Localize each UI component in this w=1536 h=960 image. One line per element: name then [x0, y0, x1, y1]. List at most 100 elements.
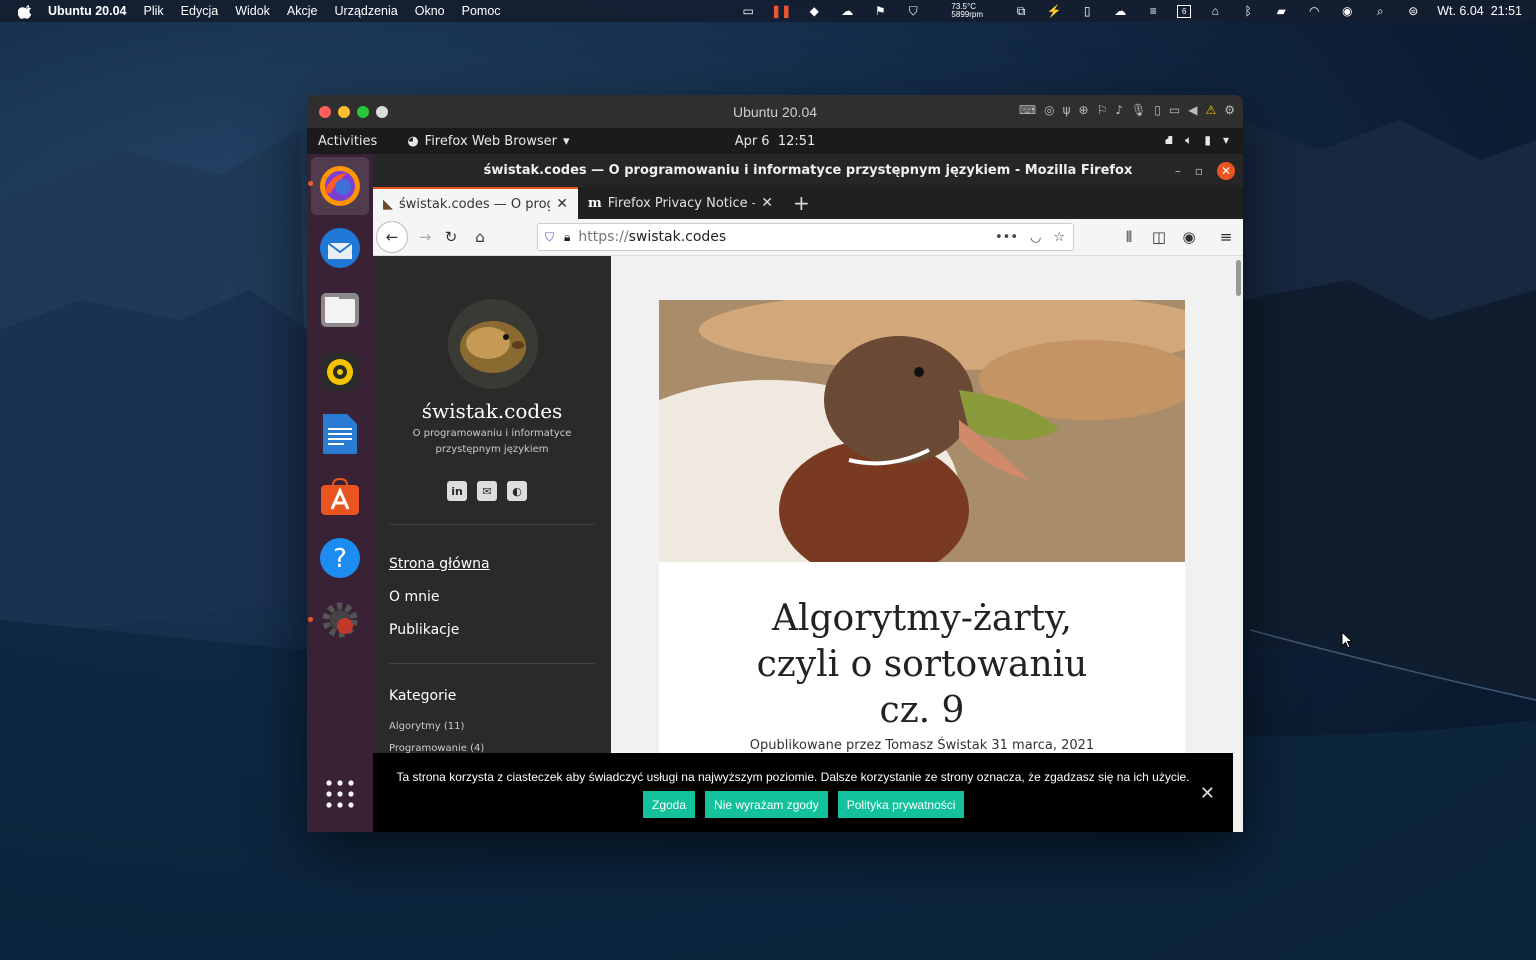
flag-icon[interactable]: ⚑: [871, 4, 889, 18]
volume-icon[interactable]: 🔈︎: [1185, 133, 1192, 149]
dock-settings[interactable]: [311, 591, 369, 649]
tab-label: świstak.codes — O programowaniu i inform…: [399, 196, 550, 212]
keyboard-icon[interactable]: ⌨: [1019, 103, 1036, 117]
maximize-button[interactable]: ▫: [1195, 164, 1203, 178]
stack-icon[interactable]: ≡: [1144, 4, 1162, 18]
back-button[interactable]: ←: [376, 221, 408, 253]
clipboard-icon[interactable]: ▯: [1078, 4, 1096, 18]
mac-menu-pomoc[interactable]: Pomoc: [462, 4, 501, 18]
page-actions-button[interactable]: •••: [995, 230, 1018, 245]
nav-about[interactable]: O mnie: [389, 589, 439, 605]
cloud-icon[interactable]: ☁: [1111, 4, 1129, 18]
bookmark-star-icon[interactable]: ☆: [1053, 230, 1065, 245]
usb-icon[interactable]: ψ: [1063, 103, 1071, 117]
control-center-icon[interactable]: ⊜: [1404, 4, 1422, 18]
home-button[interactable]: ⌂: [466, 223, 494, 251]
network-wired-icon[interactable]: ⛘: [1165, 133, 1173, 149]
gear-icon[interactable]: ⚙: [1224, 103, 1235, 117]
speaker-icon[interactable]: ♪: [1115, 103, 1123, 117]
tab-swistak[interactable]: ◣ świstak.codes — O programowaniu i info…: [373, 187, 578, 219]
firefox-title-bar[interactable]: świstak.codes — O programowaniu i inform…: [373, 154, 1243, 187]
mac-app-name[interactable]: Ubuntu 20.04: [48, 4, 127, 18]
network-icon[interactable]: ⊕: [1079, 103, 1089, 117]
mac-menu-akcje[interactable]: Akcje: [287, 4, 318, 18]
warning-icon[interactable]: ⚠: [1205, 103, 1216, 117]
privacy-policy-button[interactable]: Polityka prywatności: [837, 791, 965, 818]
mac-clock[interactable]: Wt. 6.04 21:51: [1437, 4, 1522, 18]
apple-icon[interactable]: [18, 3, 34, 19]
dock-rhythmbox[interactable]: [311, 343, 369, 401]
cookie-reject-button[interactable]: Nie wyrażam zgody: [705, 791, 828, 818]
sidebar-icon[interactable]: ◫: [1145, 223, 1173, 251]
cpu-stats-icon[interactable]: 73.5°C 5899rpm: [937, 3, 997, 19]
tablet-icon[interactable]: ▯: [1154, 103, 1161, 117]
mozilla-favicon-icon: m: [588, 195, 602, 211]
dock-software[interactable]: [311, 467, 369, 525]
system-menu-chevron-icon[interactable]: ▾: [1223, 133, 1229, 149]
library-icon[interactable]: ⫴: [1115, 223, 1143, 251]
dock-thunderbird[interactable]: [311, 219, 369, 277]
user-icon[interactable]: ◉: [1338, 4, 1356, 18]
site-title[interactable]: świstak.codes: [373, 399, 611, 423]
lock-icon[interactable]: 🔒︎: [564, 230, 570, 245]
cookie-close-icon[interactable]: ✕: [1200, 783, 1215, 804]
camera-icon[interactable]: ▭: [1169, 103, 1180, 117]
window-icon[interactable]: ⧉: [1012, 4, 1030, 18]
wifi-icon[interactable]: ◠: [1305, 4, 1323, 18]
shield-icon[interactable]: ◆: [805, 4, 823, 18]
mac-menu-urzadzenia[interactable]: Urządzenia: [335, 4, 398, 18]
forward-button[interactable]: →: [411, 223, 439, 251]
mac-menu-plik[interactable]: Plik: [144, 4, 164, 18]
new-tab-button[interactable]: +: [783, 187, 823, 219]
site-avatar[interactable]: [448, 299, 538, 389]
activities-button[interactable]: Activities: [318, 134, 377, 149]
post-meta: Opublikowane przez Tomasz Świstak 31 mar…: [749, 738, 1095, 753]
minimize-button[interactable]: –: [1175, 164, 1181, 178]
battery-icon[interactable]: ▮: [1204, 133, 1211, 149]
reload-button[interactable]: ↻: [437, 223, 465, 251]
account-icon[interactable]: ◉: [1175, 223, 1203, 251]
docker-icon[interactable]: ☁: [838, 4, 856, 18]
screen-mirror-icon[interactable]: ▭: [739, 4, 757, 18]
linkedin-icon[interactable]: in: [447, 481, 467, 501]
cd-icon[interactable]: ◎: [1044, 103, 1054, 117]
dock-files[interactable]: [311, 281, 369, 339]
vpn-icon[interactable]: ⛉: [904, 4, 922, 18]
email-icon[interactable]: ✉: [477, 481, 497, 501]
bluetooth-icon[interactable]: ᛒ: [1239, 4, 1257, 18]
close-button[interactable]: ✕: [1217, 162, 1235, 180]
show-applications-button[interactable]: [311, 765, 369, 823]
nav-publications[interactable]: Publikacje: [389, 622, 459, 638]
tab-close-icon[interactable]: ✕: [761, 195, 773, 211]
tab-privacy-notice[interactable]: m Firefox Privacy Notice — Mozilla ✕: [578, 187, 783, 219]
github-icon[interactable]: ◐: [507, 481, 527, 501]
dock-firefox[interactable]: [311, 157, 369, 215]
mac-menu-widok[interactable]: Widok: [235, 4, 270, 18]
mac-menu-okno[interactable]: Okno: [415, 4, 445, 18]
mac-menu-edycja[interactable]: Edycja: [181, 4, 219, 18]
pocket-icon[interactable]: ◡: [1030, 230, 1041, 245]
tab-close-icon[interactable]: ✕: [556, 196, 568, 212]
microphone-icon[interactable]: 🎙︎: [1131, 103, 1146, 117]
category-link[interactable]: Algorytmy (11): [389, 721, 464, 732]
pause-icon[interactable]: ❚❚: [771, 4, 791, 18]
vm-title-bar[interactable]: Ubuntu 20.04 ⌨ ◎ ψ ⊕ ⚐ ♪ 🎙︎ ▯ ▭ ◀ ⚠ ⚙: [307, 95, 1243, 128]
hamburger-menu-icon[interactable]: ≡: [1212, 223, 1240, 251]
url-bar[interactable]: ⛉ 🔒︎ https:// swistak.codes ••• ◡ ☆: [537, 223, 1074, 251]
scrollbar-thumb[interactable]: [1236, 260, 1241, 296]
tracking-protection-icon[interactable]: ⛉: [545, 230, 554, 245]
battery-icon[interactable]: ▰: [1272, 4, 1290, 18]
airdrop-icon[interactable]: ⌂: [1206, 4, 1224, 18]
spotlight-search-icon[interactable]: ⌕: [1371, 4, 1389, 18]
display-icon[interactable]: ⚐: [1097, 103, 1108, 117]
nav-home[interactable]: Strona główna: [389, 556, 490, 572]
dock-libreoffice-writer[interactable]: [311, 405, 369, 463]
calendar-icon[interactable]: 6: [1177, 4, 1192, 18]
app-menu[interactable]: ◕ Firefox Web Browser ▾: [407, 134, 569, 149]
arrow-left-icon[interactable]: ◀: [1188, 103, 1197, 117]
power-icon[interactable]: ⚡: [1045, 4, 1063, 18]
post-title[interactable]: Algorytmy-żarty, czyli o sortowaniu cz. …: [659, 596, 1185, 734]
cookie-accept-button[interactable]: Zgoda: [643, 791, 696, 818]
dock-help[interactable]: ?: [311, 529, 369, 587]
post-hero-image[interactable]: [659, 300, 1185, 562]
